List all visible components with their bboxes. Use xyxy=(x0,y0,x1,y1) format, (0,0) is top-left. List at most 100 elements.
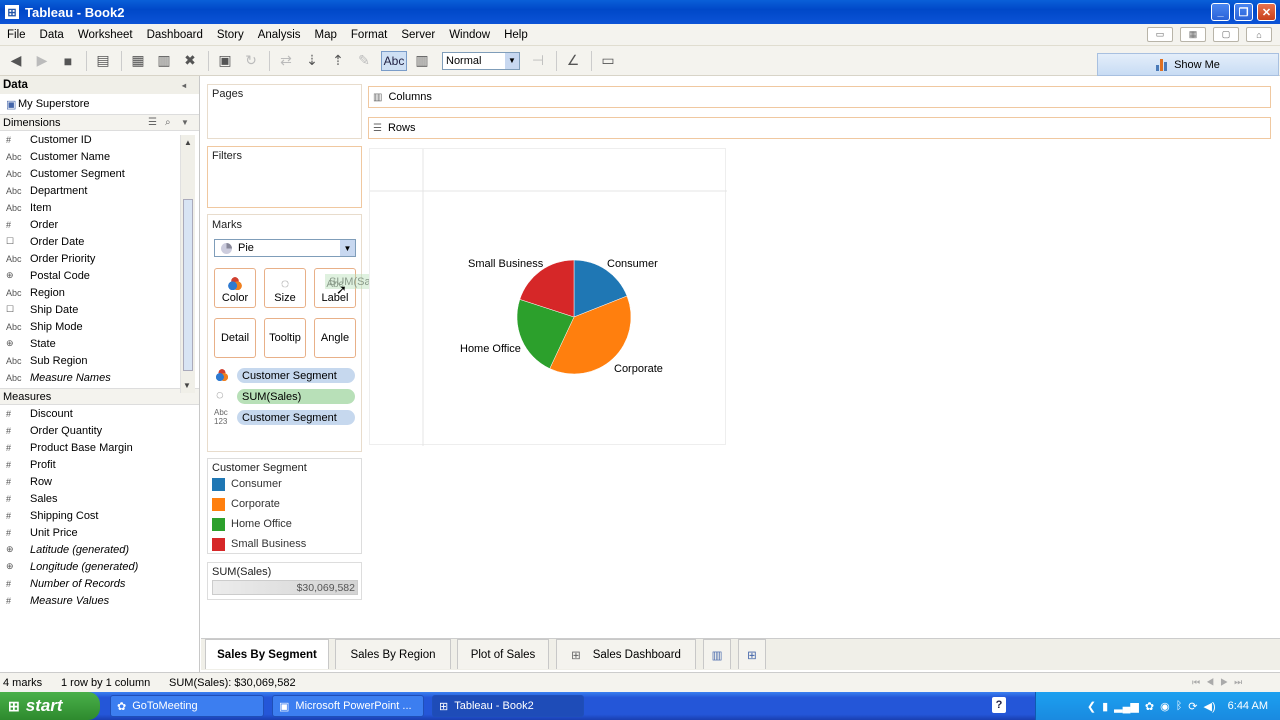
measures-field[interactable]: # Product Base Margin xyxy=(0,439,199,456)
new-worksheet-tab-icon[interactable]: ▥ xyxy=(703,639,731,669)
save-icon[interactable]: ■ xyxy=(56,50,80,72)
datasource-icon[interactable]: ▤ xyxy=(91,50,115,72)
measures-field[interactable]: # Sales xyxy=(0,490,199,507)
sort-descending-icon[interactable]: ⇡ xyxy=(326,50,350,72)
dimensions-field[interactable]: Abc Ship Mode xyxy=(0,318,199,335)
maximize-button[interactable]: ❐ xyxy=(1234,3,1253,21)
forward-icon[interactable]: ▶ xyxy=(30,50,54,72)
refresh-icon[interactable]: ↻ xyxy=(239,50,263,72)
dimensions-field[interactable]: ☐ Order Date xyxy=(0,233,199,250)
label-pill[interactable]: Customer Segment xyxy=(237,410,355,425)
dimensions-field[interactable]: Abc Customer Name xyxy=(0,148,199,165)
datasource-item[interactable]: ▣ My Superstore xyxy=(0,94,199,114)
chevron-down-icon[interactable]: ▼ xyxy=(181,118,189,127)
measures-field[interactable]: ⊕ Latitude (generated) xyxy=(0,541,199,558)
menu-analysis[interactable]: Analysis xyxy=(251,29,308,41)
filmstrip-icon[interactable]: ▦ xyxy=(1180,27,1206,42)
legend-item-home-office[interactable]: Home Office xyxy=(212,516,292,532)
tab-sales-by-region[interactable]: Sales By Region xyxy=(335,639,451,669)
scroll-up-icon[interactable]: ▲ xyxy=(183,138,193,148)
legend-item-corporate[interactable]: Corporate xyxy=(212,496,280,512)
new-worksheet-icon[interactable]: ▦ xyxy=(126,50,150,72)
measures-field[interactable]: # Measure Values xyxy=(0,592,199,609)
network-icon[interactable]: ▮ xyxy=(1102,700,1108,713)
show-me-button[interactable]: Show Me xyxy=(1097,53,1279,76)
scroll-down-icon[interactable]: ▼ xyxy=(183,381,191,390)
view-canvas[interactable]: Small Business Consumer Home Office Corp… xyxy=(369,148,727,446)
start-page-icon[interactable]: ⌂ xyxy=(1246,27,1272,42)
measures-field[interactable]: # Shipping Cost xyxy=(0,507,199,524)
task-gotomeeting[interactable]: ✿ GoToMeeting xyxy=(110,695,264,717)
measures-field[interactable]: # Discount xyxy=(0,405,199,422)
menu-file[interactable]: File xyxy=(0,29,33,41)
columns-shelf[interactable]: ▥ Columns xyxy=(368,86,1271,108)
search-icon[interactable]: ⌕ xyxy=(165,117,171,128)
dimensions-field[interactable]: ☐ Ship Date xyxy=(0,301,199,318)
menu-format[interactable]: Format xyxy=(344,29,394,41)
dimensions-field[interactable]: # Customer ID xyxy=(0,131,199,148)
show-mark-labels-button[interactable]: Abc xyxy=(381,50,407,71)
menu-help[interactable]: Help xyxy=(497,29,535,41)
fix-axes-icon[interactable]: ⊣ xyxy=(526,50,550,72)
swap-icon[interactable]: ⇄ xyxy=(274,50,298,72)
detail-button[interactable]: Detail xyxy=(214,318,256,358)
measures-field[interactable]: # Unit Price xyxy=(0,524,199,541)
presentation-mode-icon[interactable]: ▭ xyxy=(596,50,620,72)
dimensions-field[interactable]: Abc Order Priority xyxy=(0,250,199,267)
start-button[interactable]: ⊞ start xyxy=(0,692,100,720)
dimensions-field[interactable]: ⊕ State xyxy=(0,335,199,352)
menu-map[interactable]: Map xyxy=(308,29,344,41)
bluetooth-icon[interactable]: ᛒ xyxy=(1176,700,1183,712)
chart-type-icon[interactable]: ▥ xyxy=(410,50,434,72)
color-pill[interactable]: Customer Segment xyxy=(237,368,355,383)
measures-field[interactable]: # Row xyxy=(0,473,199,490)
dimensions-field[interactable]: Abc Sub Region xyxy=(0,352,199,369)
view-size-select[interactable]: Normal ▼ xyxy=(442,51,520,70)
legend-item-consumer[interactable]: Consumer xyxy=(212,476,282,492)
measures-field[interactable]: ⊕ Longitude (generated) xyxy=(0,558,199,575)
present-icon[interactable]: ▢ xyxy=(1213,27,1239,42)
back-icon[interactable]: ◀ xyxy=(4,50,28,72)
task-powerpoint[interactable]: ▣ Microsoft PowerPoint ... xyxy=(272,695,424,717)
sort-ascending-icon[interactable]: ⇣ xyxy=(300,50,324,72)
highlight-icon[interactable]: ✎ xyxy=(352,50,376,72)
rows-shelf[interactable]: ☰ Rows xyxy=(368,117,1271,139)
gotomeeting-tray-icon[interactable]: ✿ xyxy=(1145,700,1154,713)
dimensions-field[interactable]: Abc Region xyxy=(0,284,199,301)
list-view-icon[interactable]: ☰ xyxy=(148,117,157,128)
dimensions-field[interactable]: Abc Department xyxy=(0,182,199,199)
tab-navigation-icon[interactable]: ⏮◀▶⏭ xyxy=(1192,677,1248,688)
annotate-icon[interactable]: ∠ xyxy=(561,50,585,72)
volume-icon[interactable]: ◀) xyxy=(1204,700,1216,713)
dimensions-field[interactable]: # Order xyxy=(0,216,199,233)
menu-data[interactable]: Data xyxy=(33,29,71,41)
angle-button[interactable]: Angle xyxy=(314,318,356,358)
pause-updates-icon[interactable]: ▣ xyxy=(213,50,237,72)
size-pill[interactable]: SUM(Sales) xyxy=(237,389,355,404)
filters-shelf[interactable]: Filters xyxy=(207,146,362,208)
mark-type-select[interactable]: Pie ▼ xyxy=(214,239,356,257)
dimensions-field[interactable]: Abc Item xyxy=(0,199,199,216)
pages-shelf[interactable]: Pages xyxy=(207,84,362,139)
measures-field[interactable]: # Order Quantity xyxy=(0,422,199,439)
help-icon[interactable]: ? xyxy=(992,697,1006,713)
close-button[interactable]: ✕ xyxy=(1257,3,1276,21)
dimensions-field[interactable]: ⊕ Postal Code xyxy=(0,267,199,284)
menu-server[interactable]: Server xyxy=(394,29,442,41)
new-dashboard-tab-icon[interactable]: ⊞ xyxy=(738,639,766,669)
minimize-button[interactable]: _ xyxy=(1211,3,1230,21)
menu-dashboard[interactable]: Dashboard xyxy=(140,29,210,41)
menu-worksheet[interactable]: Worksheet xyxy=(71,29,140,41)
task-tableau[interactable]: ⊞ Tableau - Book2 xyxy=(432,695,584,717)
legend-item-small-business[interactable]: Small Business xyxy=(212,536,306,552)
duplicate-sheet-icon[interactable]: ▥ xyxy=(152,50,176,72)
signal-icon[interactable]: ▂▄▆ xyxy=(1114,700,1139,713)
menu-story[interactable]: Story xyxy=(210,29,251,41)
dimensions-scrollbar[interactable]: ▲ ▼ xyxy=(180,135,195,393)
tray-collapse-icon[interactable]: ❮ xyxy=(1087,700,1096,713)
tab-plot-of-sales[interactable]: Plot of Sales xyxy=(457,639,549,669)
color-button[interactable]: Color xyxy=(214,268,256,308)
dimensions-field[interactable]: Abc Customer Segment xyxy=(0,165,199,182)
size-button[interactable]: ◌ Size xyxy=(264,268,306,308)
tooltip-button[interactable]: Tooltip xyxy=(264,318,306,358)
